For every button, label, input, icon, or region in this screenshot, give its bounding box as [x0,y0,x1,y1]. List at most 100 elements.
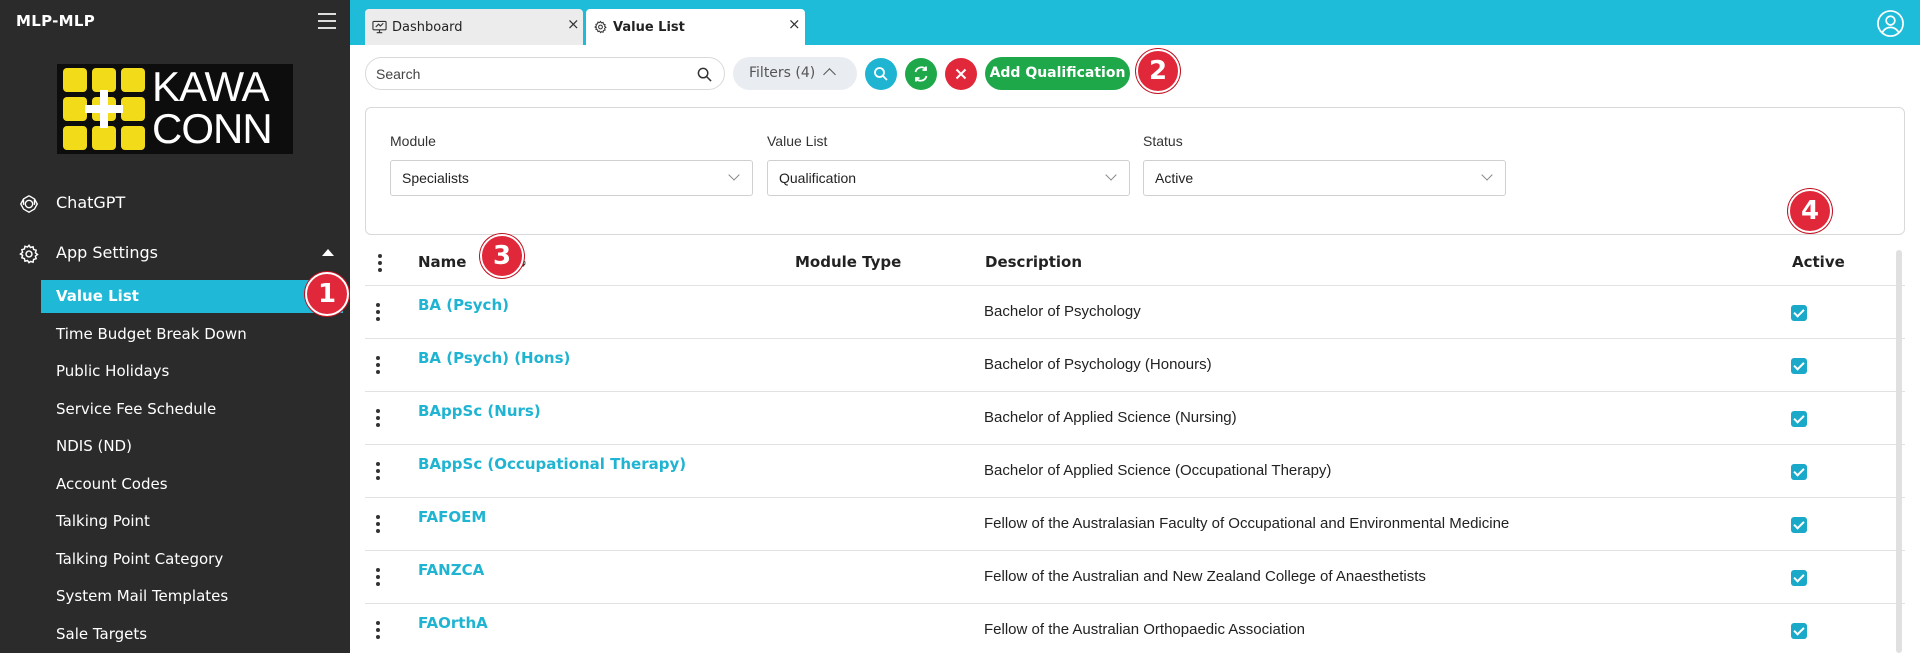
table-row: FAFOEM Fellow of the Australasian Facult… [365,497,1905,550]
tab-label: Dashboard [392,20,463,35]
chevron-down-icon [1105,169,1117,181]
caret-up-icon [322,249,334,256]
sidebar-subitem-account-codes[interactable]: Account Codes [41,468,343,501]
search-input[interactable] [376,64,676,84]
annotation-badge-2: 2 [1136,49,1180,93]
chevron-down-icon [1481,169,1493,181]
row-description: Fellow of the Australian and New Zealand… [984,568,1426,585]
user-account-icon[interactable] [1876,9,1905,38]
row-options-icon[interactable] [375,409,381,427]
sidebar-subitem-public-holidays[interactable]: Public Holidays [41,355,343,388]
sidebar-item-label: ChatGPT [56,193,126,212]
filter-value-list-value: Qualification [779,170,857,186]
table-row: BA (Psych) (Hons) Bachelor of Psychology… [365,338,1905,391]
sidebar-subitem-service-fee[interactable]: Service Fee Schedule [41,393,343,426]
annotation-badge-1: 1 [305,272,349,316]
row-name-link[interactable]: BAppSc (Nurs) [418,402,541,420]
row-description: Fellow of the Australasian Faculty of Oc… [984,515,1510,532]
app-title: MLP-MLP [16,12,96,30]
annotation-badge-3: 3 [480,234,524,278]
column-header-active: Active [1792,253,1845,271]
row-options-icon[interactable] [375,356,381,374]
row-active-checkbox[interactable] [1791,464,1807,480]
row-active-checkbox[interactable] [1791,570,1807,586]
table-scrollbar[interactable] [1896,250,1902,653]
search-box [365,57,725,90]
close-icon[interactable]: × [788,15,801,33]
clear-filters-button[interactable] [945,58,977,90]
row-name-link[interactable]: FANZCA [418,561,484,579]
column-options-icon[interactable] [377,254,383,272]
hamburger-menu-icon[interactable] [318,13,336,29]
sidebar: MLP-MLP KAWA CONN ChatGPT App Settings V… [0,0,350,653]
row-options-icon[interactable] [375,568,381,586]
row-options-icon[interactable] [375,462,381,480]
refresh-icon [914,66,928,82]
filter-module-select[interactable]: Specialists [390,160,753,196]
row-description: Bachelor of Psychology [984,303,1141,320]
filter-status-value: Active [1155,170,1194,186]
refresh-button[interactable] [905,58,937,90]
close-icon [955,68,967,80]
filters-label: Filters (4) [749,65,816,81]
annotation-badge-4: 4 [1788,189,1832,233]
chevron-up-icon [823,68,836,81]
sidebar-subitem-system-mail-templates[interactable]: System Mail Templates [41,580,343,613]
filter-value-list-label: Value List [767,133,828,149]
column-header-description: Description [985,253,1083,271]
table-row: BA (Psych) Bachelor of Psychology [365,285,1905,338]
add-qualification-button[interactable]: Add Qualification [985,57,1130,90]
tab-value-list[interactable]: Value List × [586,9,805,45]
row-description: Fellow of the Australian Orthopaedic Ass… [984,621,1306,638]
table-row: FAOrthA Fellow of the Australian Orthopa… [365,603,1905,656]
sidebar-subitem-sale-targets[interactable]: Sale Targets [41,618,343,651]
table-row: BAppSc (Nurs) Bachelor of Applied Scienc… [365,391,1905,444]
tab-label: Value List [613,20,685,35]
sidebar-item-app-settings[interactable]: App Settings [0,237,350,269]
row-active-checkbox[interactable] [1791,517,1807,533]
row-name-link[interactable]: FAFOEM [418,508,486,526]
table-row: BAppSc (Occupational Therapy) Bachelor o… [365,444,1905,497]
row-name-link[interactable]: BAppSc (Occupational Therapy) [418,455,686,473]
sidebar-item-label: App Settings [56,243,158,262]
row-active-checkbox[interactable] [1791,305,1807,321]
row-active-checkbox[interactable] [1791,623,1807,639]
row-description: Bachelor of Applied Science (Nursing) [984,409,1237,426]
row-name-link[interactable]: FAOrthA [418,614,488,632]
search-icon[interactable] [697,67,712,82]
search-button[interactable] [865,58,897,90]
filter-status-label: Status [1143,133,1183,149]
close-icon[interactable]: × [567,15,580,33]
logo-text-bottom: CONN [152,105,273,152]
table-row: FANZCA Fellow of the Australian and New … [365,550,1905,603]
sidebar-subitem-talking-point-category[interactable]: Talking Point Category [41,543,343,576]
kawaconn-logo: KAWA CONN [57,64,293,154]
chevron-down-icon [728,169,740,181]
filter-panel: Module Specialists Value List Qualificat… [365,107,1905,235]
sidebar-item-chatgpt[interactable]: ChatGPT [0,187,350,219]
row-active-checkbox[interactable] [1791,411,1807,427]
sidebar-subitem-ndis[interactable]: NDIS (ND) [41,430,343,463]
row-description: Bachelor of Applied Science (Occupationa… [984,462,1332,479]
filter-module-label: Module [390,133,436,149]
filter-module-value: Specialists [402,170,469,186]
row-options-icon[interactable] [375,621,381,639]
row-name-link[interactable]: BA (Psych) [418,296,509,314]
search-icon [874,67,888,81]
dashboard-icon [372,20,387,34]
tab-dashboard[interactable]: Dashboard × [365,9,583,45]
column-header-module-type: Module Type [795,253,902,271]
row-name-link[interactable]: BA (Psych) (Hons) [418,349,570,367]
sidebar-subitem-talking-point[interactable]: Talking Point [41,505,343,538]
gear-icon [594,20,607,34]
filter-status-select[interactable]: Active [1143,160,1506,196]
filters-toggle-button[interactable]: Filters (4) [733,57,857,90]
row-active-checkbox[interactable] [1791,358,1807,374]
logo-text-top: KAWA [152,63,270,110]
row-options-icon[interactable] [375,303,381,321]
sidebar-subitem-time-budget[interactable]: Time Budget Break Down [41,318,343,351]
filter-value-list-select[interactable]: Qualification [767,160,1130,196]
sidebar-subitem-value-list[interactable]: Value List [41,280,343,313]
openai-icon [19,195,39,214]
row-options-icon[interactable] [375,515,381,533]
